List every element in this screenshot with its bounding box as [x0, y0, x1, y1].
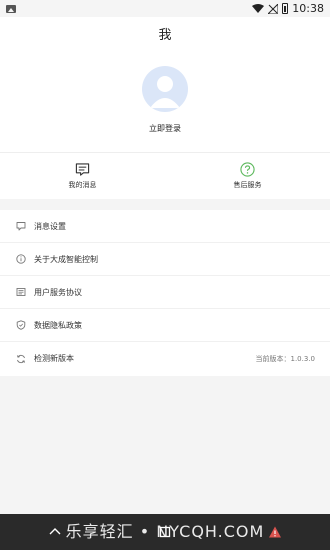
chevron-up-icon [49, 528, 61, 535]
nav-alert-button[interactable] [263, 520, 287, 544]
default-avatar-icon[interactable] [142, 66, 188, 112]
settings-menu: 消息设置 关于大成智能控制 用户服务协议 数据隐私政策 检测新版本 当前版本：1… [0, 210, 330, 376]
signal-icon [268, 3, 279, 14]
menu-item-label: 消息设置 [34, 221, 66, 231]
page-header: 我 [0, 17, 330, 49]
menu-item-label: 检测新版本 [34, 354, 74, 363]
status-bar: 10:38 [0, 0, 330, 17]
message-icon [75, 163, 90, 176]
menu-item-about[interactable]: 关于大成智能控制 [0, 243, 330, 276]
menu-item-message-settings[interactable]: 消息设置 [0, 210, 330, 243]
status-time: 10:38 [292, 2, 324, 15]
nav-back-button[interactable] [43, 520, 67, 544]
warning-icon [269, 526, 281, 538]
document-icon [16, 288, 26, 296]
bottom-nav-bar [0, 514, 330, 550]
info-icon [16, 254, 26, 264]
chat-bubble-icon [16, 222, 26, 231]
current-version-label: 当前版本：1.0.3.0 [255, 354, 316, 363]
my-messages-button[interactable]: 我的消息 [0, 153, 165, 199]
quick-actions: 我的消息 售后服务 [0, 153, 330, 199]
home-icon [159, 526, 171, 538]
after-sales-label: 售后服务 [233, 181, 262, 189]
menu-item-label: 数据隐私政策 [34, 320, 82, 330]
profile-section: 立即登录 [0, 49, 330, 153]
refresh-icon [16, 354, 26, 363]
page-title: 我 [158, 27, 172, 43]
image-icon [6, 4, 16, 13]
battery-icon [282, 3, 289, 14]
menu-item-user-agreement[interactable]: 用户服务协议 [0, 276, 330, 309]
shield-icon [16, 320, 26, 330]
my-messages-label: 我的消息 [68, 181, 97, 189]
after-sales-button[interactable]: 售后服务 [165, 153, 330, 199]
wifi-icon [252, 4, 265, 13]
menu-item-check-update[interactable]: 检测新版本 当前版本：1.0.3.0 [0, 342, 330, 375]
nav-home-button[interactable] [153, 520, 177, 544]
menu-item-label: 关于大成智能控制 [34, 254, 98, 264]
help-icon [240, 162, 255, 177]
menu-item-privacy-policy[interactable]: 数据隐私政策 [0, 309, 330, 342]
login-link[interactable]: 立即登录 [0, 123, 330, 134]
menu-item-label: 用户服务协议 [34, 287, 82, 297]
